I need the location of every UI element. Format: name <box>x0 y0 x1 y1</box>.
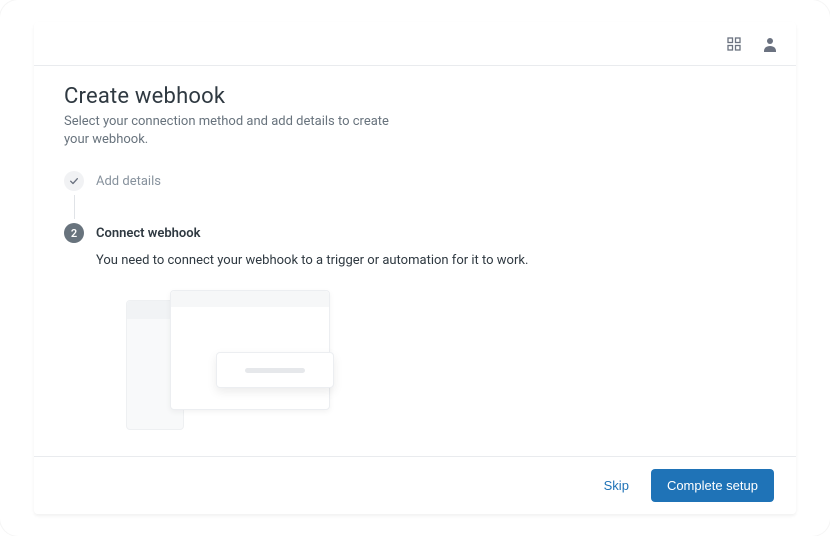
connect-illustration <box>126 290 336 440</box>
step-list: Add details 2 Connect webhook You need t… <box>64 171 766 440</box>
illustration-line <box>245 368 305 373</box>
topbar <box>34 22 796 66</box>
step-add-details[interactable]: Add details <box>64 171 766 191</box>
apps-icon[interactable] <box>726 36 742 52</box>
step-label: Add details <box>96 174 161 189</box>
app-frame: Create webhook Select your connection me… <box>0 0 830 536</box>
footer-actions: Skip Complete setup <box>34 456 796 514</box>
step-connect-webhook[interactable]: 2 Connect webhook <box>64 223 766 243</box>
step-label: Connect webhook <box>96 226 201 241</box>
step-number-badge: 2 <box>64 223 84 243</box>
content-area: Create webhook Select your connection me… <box>34 66 796 456</box>
modal-panel: Create webhook Select your connection me… <box>34 22 796 514</box>
skip-button[interactable]: Skip <box>596 472 637 499</box>
complete-setup-button[interactable]: Complete setup <box>651 469 774 502</box>
check-icon <box>64 171 84 191</box>
step-body: You need to connect your webhook to a tr… <box>96 253 766 440</box>
page-subtitle: Select your connection method and add de… <box>64 113 394 149</box>
page-title: Create webhook <box>64 84 766 109</box>
illustration-popup <box>216 352 334 388</box>
step-connector <box>74 195 75 219</box>
user-icon[interactable] <box>762 36 778 52</box>
step-description: You need to connect your webhook to a tr… <box>96 253 766 268</box>
illustration-main-card <box>170 290 330 410</box>
